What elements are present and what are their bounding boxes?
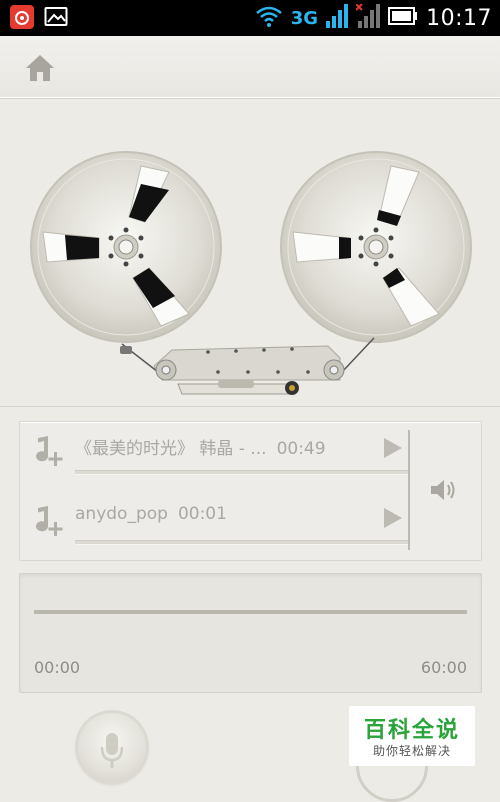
home-icon [26,55,54,81]
track-progress-bar [75,540,408,545]
timeline-track[interactable] [34,610,467,614]
watermark-logo: 百科全说 助你轻松解决 [349,706,475,766]
network-type: 3G [290,7,319,29]
track-title: anydo_pop 00:01 [75,504,227,524]
track-duration: 00:01 [177,504,227,524]
divider [408,430,410,550]
clock: 10:17 [426,5,492,31]
right-reel [280,151,472,343]
watermark-title: 百科全说 [363,718,460,743]
play-icon[interactable] [382,436,404,460]
watermark-subtitle: 助你轻松解决 [372,744,451,758]
track-title: 《最美的时光》 韩晶 - ... 00:49 [75,439,326,459]
microphone-icon [100,733,124,768]
wifi-icon [255,4,283,32]
total-time: 60:00 [420,658,467,677]
image-notification-icon [44,6,68,32]
elapsed-time: 00:00 [34,658,81,677]
record-button[interactable] [78,713,146,781]
status-bar: 3G 10:17 [0,0,500,36]
tape-head-mechanism [120,337,375,395]
list-item[interactable]: anydo_pop 00:01 [20,492,408,552]
top-toolbar [0,36,500,99]
add-music-icon[interactable] [30,502,66,538]
recording-timeline: 00:00 60:00 [19,573,482,693]
tape-deck [0,98,500,407]
home-button[interactable] [22,50,58,86]
netease-music-icon [10,5,34,33]
left-reel [30,151,222,343]
track-progress-bar [75,470,408,475]
signal-icon [326,4,349,32]
add-music-icon[interactable] [30,432,66,468]
volume-icon[interactable] [428,475,458,505]
list-item[interactable]: 《最美的时光》 韩晶 - ... 00:49 [20,422,408,482]
track-duration: 00:49 [276,439,326,459]
playlist-panel: 《最美的时光》 韩晶 - ... 00:49 anydo_pop 00:01 [19,421,482,561]
play-icon[interactable] [382,506,404,530]
battery-icon [388,7,418,29]
no-signal-icon [355,3,381,32]
